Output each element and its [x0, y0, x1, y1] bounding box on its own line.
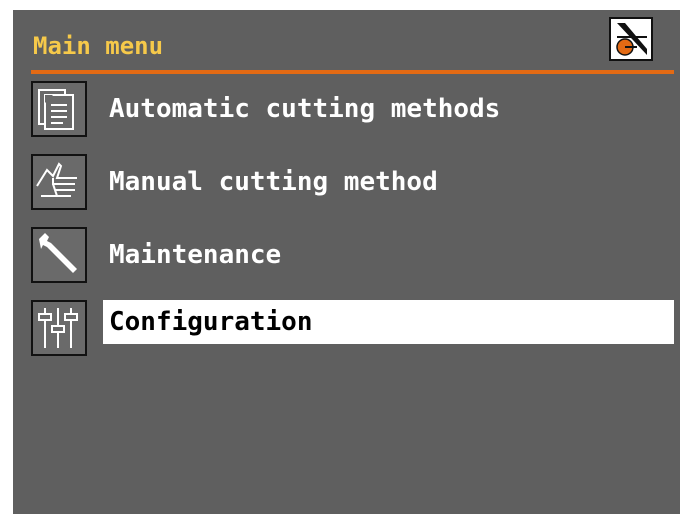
sliders-icon [31, 300, 87, 356]
menu-item-manual-cutting-method[interactable]: Manual cutting method [31, 154, 674, 210]
hand-icon [31, 154, 87, 210]
menu-item-configuration[interactable]: Configuration [31, 300, 674, 356]
main-menu-screen: Main menu Automatic cutting methods Manu… [13, 10, 680, 514]
menu-item-label: Manual cutting method [109, 167, 438, 197]
menu-item-label: Maintenance [109, 240, 282, 270]
document-icon [31, 81, 87, 137]
menu-item-label: Configuration [109, 307, 313, 337]
header-divider [31, 70, 674, 74]
menu-item-maintenance[interactable]: Maintenance [31, 227, 674, 283]
page-title: Main menu [33, 32, 164, 60]
wrench-icon [31, 227, 87, 283]
menu-item-automatic-cutting-methods[interactable]: Automatic cutting methods [31, 81, 674, 137]
menu-item-label: Automatic cutting methods [109, 94, 501, 124]
cutter-status-icon [609, 17, 653, 61]
